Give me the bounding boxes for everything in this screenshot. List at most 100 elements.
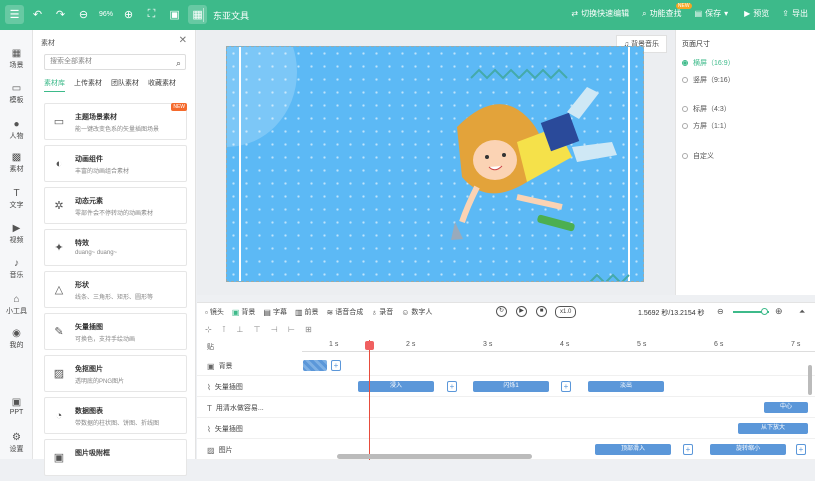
preview-button[interactable]: ▶ 预览 [744,8,769,19]
shape-icon: △ [54,284,64,296]
close-icon[interactable]: ✕ [179,35,187,46]
fit-screen-icon[interactable]: ⛶ [142,5,161,24]
switch-icon: ⇄ [571,9,579,18]
option-square-1-1[interactable]: 方屏（1:1） [682,121,731,131]
replay-icon[interactable]: ↻ [496,306,507,317]
function-search-button[interactable]: ⌕ 功能查找 NEW [642,3,692,19]
add-clip-button[interactable]: + [447,381,457,392]
timeline-zoom-knob[interactable] [761,308,768,315]
undo-icon[interactable]: ↶ [28,5,47,24]
track-name: ⌇ 矢量插图 [207,382,243,392]
track-row[interactable]: ▣ 背景 + [197,355,815,376]
nav-item-music[interactable]: ♪ 音乐 [0,258,33,280]
card-desc: 线条、三角形、矩形、圆形等 [75,295,154,301]
card-dynamic-element[interactable]: ✲ 动态元素 零部件会不停转动的动画素材 [44,187,187,224]
tab-upload[interactable]: 上传素材 [74,78,102,92]
horizontal-scrollbar[interactable] [337,454,532,459]
timeline-zoom-in-icon[interactable]: ⊕ [775,306,783,317]
nav-item-scene[interactable]: ▦ 场景 [0,48,33,70]
card-shape[interactable]: △ 形状 线条、三角形、矩形、圆形等 [44,271,187,308]
option-landscape-16-9[interactable]: 横屏（16:9） [682,58,735,68]
nav-item-my[interactable]: ◉ 我的 [0,328,33,350]
document-title[interactable]: 东亚文具 [213,9,249,22]
search-input[interactable]: 搜索全部素材 ⌕ [44,54,186,70]
radio-icon [682,77,688,83]
tool-foreground[interactable]: ▥ 前景 [295,307,319,317]
nav-item-person[interactable]: ● 人物 [0,119,33,141]
switch-quick-edit-label: 切换快速编辑 [581,9,630,18]
switch-quick-edit-button[interactable]: ⇄ 切换快速编辑 [571,8,629,19]
add-clip-button[interactable]: + [683,444,693,455]
tick-label: 1 s [329,341,339,348]
time-ruler[interactable]: 1 s 2 s 3 s 4 s 5 s 6 s 7 s [302,340,815,352]
voice-synthesis-icon: ≋ [326,307,334,317]
redo-icon[interactable]: ↷ [51,5,70,24]
tool-background[interactable]: ▣ 背景 [232,307,256,317]
save-button[interactable]: ▤ 保存 ▾ [695,8,732,19]
playhead-line[interactable] [369,340,370,460]
track-row[interactable]: ⌇ 矢量插图 从下放大 [197,418,815,439]
scene-canvas[interactable] [226,46,644,282]
tab-library[interactable]: 素材库 [44,78,65,92]
zoom-out-icon[interactable]: ⊖ [74,5,93,24]
card-vector-illustration[interactable]: ✎ 矢量插图 可换色，支持手绘动画 [44,313,187,350]
illustration[interactable] [227,47,644,282]
search-icon[interactable]: ⌕ [176,56,181,70]
tool-voice-synthesis[interactable]: ≋ 语音合成 [327,307,364,317]
track-row[interactable]: ⌇ 矢量插图 浸入 + 闪烁1 + 淡出 [197,376,815,397]
menu-icon[interactable]: ☰ [5,5,24,24]
card-cutout-image[interactable]: ▨ 免抠图片 透明底的PNG图片 [44,355,187,392]
nav-item-text[interactable]: T 文字 [0,188,33,210]
timeline-zoom-out-icon[interactable]: ⊖ [717,307,724,316]
calendar-icon[interactable]: ▦ [188,5,208,24]
option-custom[interactable]: 自定义 [682,151,714,161]
clip-animation[interactable]: 旋转缩小 [710,444,786,455]
play-icon[interactable]: ▶ [516,306,527,317]
settings-icon: ⚙ [12,432,21,443]
nav-item-video[interactable]: ▶ 视频 [0,223,33,245]
add-clip-button[interactable]: + [561,381,571,392]
option-label: 竖屏（9:16） [693,77,735,84]
collapse-timeline-icon[interactable]: ⏶ [799,307,805,317]
background-clip[interactable] [303,360,327,371]
subtitle-toggle-icon[interactable]: ▣ [165,5,184,24]
export-button[interactable]: ⇪ 导出 [782,8,808,19]
card-data-chart[interactable]: ◔ 数据图表 带数据的柱状图、饼图、折线图 [44,397,187,434]
speed-selector[interactable]: x1.0 [555,306,577,318]
timeline-edit-tools[interactable]: ⊹ ⊺ ⊥ ⊤ ⊣ ⊢ ⊞ [205,325,316,334]
card-animation-component[interactable]: ◐ 动画组件 丰富的动画组合素材 [44,145,187,182]
clip-animation[interactable]: 从下放大 [738,423,808,434]
nav-item-material[interactable]: ▩ 素材 [0,152,33,174]
tool-subtitle[interactable]: ▤ 字幕 [263,307,287,317]
clip-animation[interactable]: 淡出 [588,381,664,392]
track-row[interactable]: T 用清水做容易... 中心 [197,397,815,418]
option-label: 横屏（16:9） [693,60,735,67]
clip-animation[interactable]: 中心 [764,402,808,413]
clip-animation[interactable]: 闪烁1 [473,381,549,392]
tool-digital-human[interactable]: ☺ 数字人 [401,307,432,317]
tab-team[interactable]: 团队素材 [111,78,139,92]
clip-animation[interactable]: 顶部滑入 [595,444,671,455]
tool-camera[interactable]: ▫ 镜头 [205,307,224,317]
vertical-scrollbar[interactable] [808,365,812,395]
radio-icon [682,123,688,129]
add-clip-button[interactable]: + [331,360,341,371]
card-effect[interactable]: ✦ 特效 duang~ duang~ [44,229,187,266]
add-clip-button[interactable]: + [796,444,806,455]
nav-item-template[interactable]: ▭ 模板 [0,83,33,105]
card-theme-scene[interactable]: ▭ 主题场景素材 能一键改变色系的矢量插图场景 NEW [44,103,187,140]
nav-item-tools[interactable]: ⌂ 小工具 [0,294,33,316]
stop-icon[interactable]: ■ [536,306,547,317]
option-label: 标屏（4:3） [693,106,731,113]
nav-item-ppt[interactable]: ▣ PPT [0,397,33,416]
option-portrait-9-16[interactable]: 竖屏（9:16） [682,75,735,85]
tool-record[interactable]: ♁ 录音 [371,307,393,317]
nav-item-settings[interactable]: ⚙ 设置 [0,432,33,454]
zoom-in-icon[interactable]: ⊕ [119,5,138,24]
zoom-value: 96% [99,11,114,18]
tab-favorites[interactable]: 收藏素材 [148,78,176,92]
card-image-frame[interactable]: ▣ 图片吸附框 [44,439,187,476]
playhead-handle[interactable] [365,341,374,350]
background-icon: ▣ [231,307,240,317]
option-standard-4-3[interactable]: 标屏（4:3） [682,104,731,114]
